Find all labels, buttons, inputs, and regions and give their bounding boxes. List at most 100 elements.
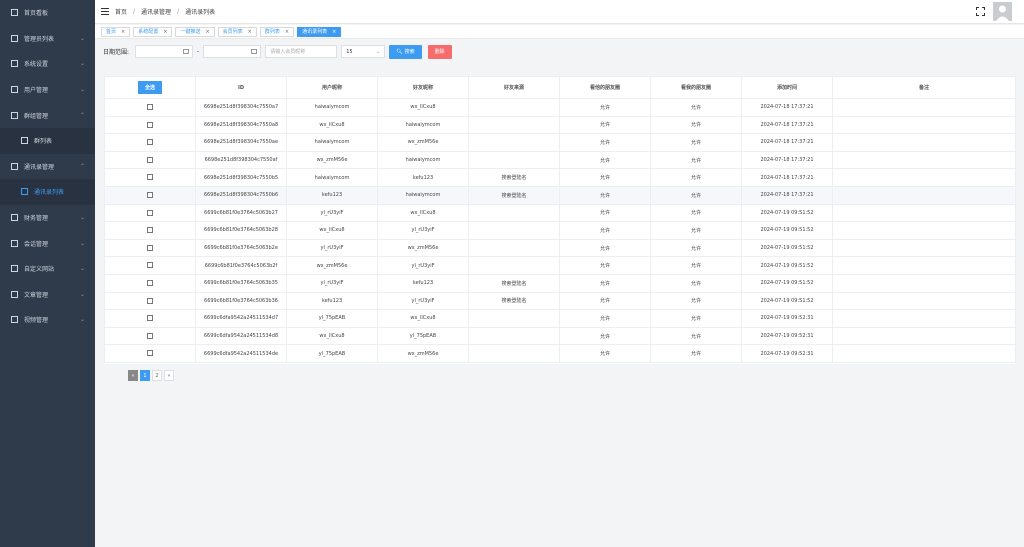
cell-user: haiwaiymcom xyxy=(286,98,378,117)
row-checkbox-cell xyxy=(104,168,196,187)
row-checkbox[interactable] xyxy=(147,262,153,269)
tab-label: 群列表 xyxy=(264,29,280,35)
tab-1[interactable]: 系统配置 × xyxy=(133,26,173,37)
sidebar-item-1[interactable]: 管理员列表 ⌄ xyxy=(0,26,95,52)
tab-label: 会员列表 xyxy=(222,29,243,35)
pagination-page[interactable]: 1 xyxy=(140,370,150,381)
sidebar-item-label: 首页看板 xyxy=(24,10,49,18)
close-icon[interactable]: × xyxy=(285,29,289,35)
sidebar-item-4[interactable]: 群组管理 ⌃ xyxy=(0,102,95,128)
cell-time: 2024-07-19 09:51:52 xyxy=(741,238,833,258)
chevron-icon: ⌃ xyxy=(79,162,85,170)
user-icon xyxy=(10,86,18,94)
menu-toggle-icon[interactable] xyxy=(101,8,109,15)
cell-friend: kefu123 xyxy=(377,168,469,187)
cell-note xyxy=(832,168,1016,187)
cell-id: 6698e251d8f398304c7550a8 xyxy=(195,115,287,135)
tab-3[interactable]: 会员列表 × xyxy=(217,26,257,37)
cell-see_his: 允许 xyxy=(559,238,651,258)
cell-friend: wx_llCxu8 xyxy=(377,98,469,117)
row-checkbox[interactable] xyxy=(147,279,153,286)
sidebar-item-0[interactable]: 首页看板 xyxy=(0,0,95,26)
row-checkbox[interactable] xyxy=(147,297,153,304)
cell-user: wx_zmM56e xyxy=(286,256,378,275)
chevron-icon: ⌄ xyxy=(79,265,85,273)
row-checkbox[interactable] xyxy=(147,104,153,111)
grid-icon xyxy=(20,137,28,145)
close-icon[interactable]: × xyxy=(163,29,167,35)
cell-time: 2024-07-18 17:37:21 xyxy=(741,168,833,187)
sidebar-item-7[interactable]: 通讯录列表 xyxy=(0,179,95,205)
row-checkbox[interactable] xyxy=(147,227,153,234)
keyword-placeholder: 请输入会员昵称 xyxy=(270,49,306,55)
main-area: 首页 / 通讯录管理 / 通讯录列表 首页 × 系统配置 × 一键推送 × 会员列表 × 群列表… xyxy=(95,0,1024,547)
cell-see_his: 允许 xyxy=(559,326,651,346)
sidebar-item-label: 财务管理 xyxy=(24,215,49,223)
fullscreen-icon[interactable] xyxy=(976,7,985,16)
start-date-input[interactable] xyxy=(135,45,194,58)
cell-source xyxy=(468,150,560,170)
cell-friend: wx_zmM56e xyxy=(377,238,469,258)
close-icon[interactable]: × xyxy=(332,29,336,35)
pagination-page[interactable]: 2 xyxy=(152,370,162,381)
row-checkbox[interactable] xyxy=(147,174,153,181)
row-checkbox[interactable] xyxy=(147,244,153,251)
cell-note xyxy=(832,309,1016,328)
row-checkbox[interactable] xyxy=(147,315,153,322)
cell-id: 6699c6b81f0e3764c5063b35 xyxy=(195,273,287,293)
select-all-button[interactable]: 全选 xyxy=(137,81,162,94)
sidebar-item-2[interactable]: 系统设置 ⌄ xyxy=(0,51,95,77)
table-row: 6698e251d8f398304c7550af wx_zmM56e haiwaiy… xyxy=(104,150,1016,170)
sidebar-item-label: 自定义网站 xyxy=(24,266,55,274)
sidebar-item-3[interactable]: 用户管理 ⌄ xyxy=(0,77,95,103)
sidebar-item-9[interactable]: 会话管理 ⌄ xyxy=(0,230,95,256)
delete-button[interactable]: 删除 xyxy=(427,44,452,59)
chevron-down-icon: ⌄ xyxy=(376,49,381,55)
cell-note xyxy=(832,256,1016,275)
row-checkbox-cell xyxy=(104,115,196,135)
page-size-select[interactable]: 15 ⌄ xyxy=(341,45,386,58)
cell-see_his: 允许 xyxy=(559,115,651,135)
pagination-next[interactable]: » xyxy=(164,370,174,381)
sidebar-item-8[interactable]: 财务管理 ⌄ xyxy=(0,205,95,231)
cell-id: 6698e251d8f398304c7550b6 xyxy=(195,185,287,205)
tab-2[interactable]: 一键推送 × xyxy=(175,26,215,37)
breadcrumb-item-home[interactable]: 首页 xyxy=(115,7,127,16)
close-icon[interactable]: × xyxy=(121,29,125,35)
page-size-value: 15 xyxy=(346,48,353,55)
keyword-input[interactable]: 请输入会员昵称 xyxy=(265,45,338,58)
cell-user: kefu123 xyxy=(286,291,378,311)
end-date-input[interactable] xyxy=(203,45,262,58)
sidebar-item-12[interactable]: 视频管理 ⌄ xyxy=(0,307,95,333)
search-button[interactable]: 🔍︎ 搜索 xyxy=(389,44,422,59)
avatar[interactable] xyxy=(993,2,1012,21)
cell-user: haiwaiymcom xyxy=(286,133,378,152)
chevron-icon: ⌄ xyxy=(79,34,85,42)
calendar-icon xyxy=(251,49,258,54)
chevron-icon: ⌄ xyxy=(79,60,85,68)
tab-5[interactable]: 通讯录列表 × xyxy=(297,26,342,37)
sidebar-item-5[interactable]: 群列表 xyxy=(0,127,95,154)
row-checkbox[interactable] xyxy=(147,156,153,163)
close-icon[interactable]: × xyxy=(205,29,209,35)
sidebar-item-10[interactable]: 自定义网站 ⌄ xyxy=(0,256,95,282)
close-icon[interactable]: × xyxy=(248,29,252,35)
row-checkbox[interactable] xyxy=(147,350,153,357)
row-checkbox[interactable] xyxy=(147,332,153,339)
cell-see_his: 允许 xyxy=(559,291,651,311)
sidebar-item-6[interactable]: 通讯录管理 ⌃ xyxy=(0,154,95,180)
row-checkbox[interactable] xyxy=(147,139,153,146)
row-checkbox[interactable] xyxy=(147,192,153,199)
row-checkbox[interactable] xyxy=(147,209,153,216)
cell-note xyxy=(832,150,1016,170)
breadcrumb-item-section[interactable]: 通讯录管理 xyxy=(141,7,171,16)
cell-time: 2024-07-18 17:37:21 xyxy=(741,150,833,170)
chevron-icon: ⌄ xyxy=(79,290,85,298)
row-checkbox[interactable] xyxy=(147,121,153,128)
tab-4[interactable]: 群列表 × xyxy=(259,26,295,37)
tab-0[interactable]: 首页 × xyxy=(101,26,131,37)
pagination-prev[interactable]: « xyxy=(128,370,138,381)
row-checkbox-cell xyxy=(104,185,196,205)
sidebar-item-11[interactable]: 文章管理 ⌄ xyxy=(0,282,95,308)
contacts-table: 全选 ID 用户昵称 好友昵称 好友来源 看他的朋友圈 看我的朋友圈 添加时间 备注 6698… xyxy=(104,76,1016,363)
